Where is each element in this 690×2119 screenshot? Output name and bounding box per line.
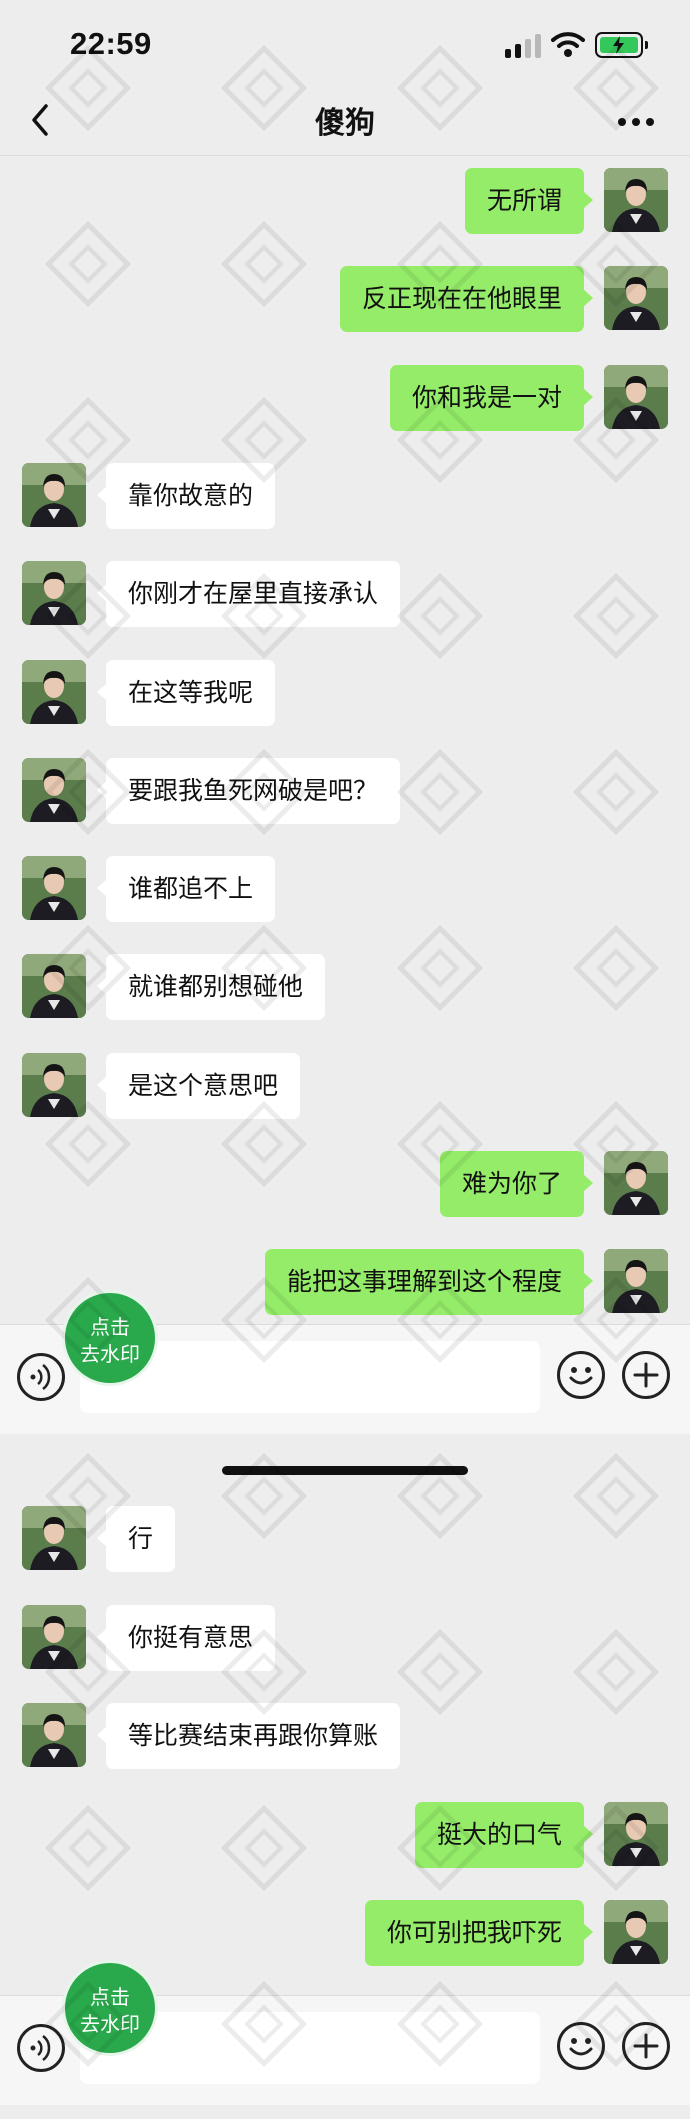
message-row: 靠你故意的 [0, 462, 690, 529]
contact-avatar[interactable] [22, 1506, 86, 1570]
my-avatar[interactable] [604, 1249, 668, 1314]
my-avatar[interactable] [604, 266, 668, 331]
message-row: 你和我是一对 [0, 364, 690, 431]
contact-avatar[interactable] [22, 954, 86, 1019]
message-row: 挺大的口气 [0, 1801, 690, 1868]
home-indicator [222, 1466, 468, 1475]
my-avatar[interactable] [604, 364, 668, 429]
incoming-message[interactable]: 是这个意思吧 [96, 1052, 301, 1119]
message-row: 是这个意思吧 [0, 1052, 690, 1119]
chat-header: 傻狗 [0, 90, 690, 156]
plus-icon[interactable] [622, 2022, 670, 2070]
contact-avatar[interactable] [22, 659, 86, 724]
status-bar: 22:59 [0, 0, 690, 90]
voice-icon[interactable] [17, 2024, 65, 2072]
message-row: 行 [0, 1506, 690, 1572]
outgoing-message[interactable]: 挺大的口气 [414, 1801, 594, 1868]
incoming-message[interactable]: 谁都追不上 [96, 856, 276, 923]
outgoing-message[interactable]: 无所谓 [464, 168, 594, 234]
message-row: 难为你了 [0, 1151, 690, 1217]
outgoing-message[interactable]: 你和我是一对 [389, 364, 594, 431]
incoming-message[interactable]: 在这等我呢 [96, 659, 276, 726]
contact-avatar[interactable] [22, 1703, 86, 1767]
my-avatar[interactable] [604, 1801, 668, 1866]
incoming-message[interactable]: 等比赛结束再跟你算账 [96, 1703, 401, 1769]
badge-line2: 去水印 [80, 2012, 140, 2036]
plus-icon[interactable] [622, 1351, 670, 1399]
battery-icon [595, 32, 648, 58]
incoming-message[interactable]: 就谁都别想碰他 [96, 954, 326, 1021]
my-avatar[interactable] [604, 1151, 668, 1215]
contact-avatar[interactable] [22, 462, 86, 527]
remove-watermark-button[interactable]: 点击 去水印 [62, 1960, 158, 2056]
message-row: 你可别把我吓死 [0, 1900, 690, 1966]
contact-avatar[interactable] [22, 1052, 86, 1117]
signal-icon [505, 34, 541, 58]
outgoing-message[interactable]: 你可别把我吓死 [364, 1900, 594, 1966]
message-row: 等比赛结束再跟你算账 [0, 1703, 690, 1769]
status-time: 22:59 [70, 26, 152, 61]
voice-icon[interactable] [17, 1353, 65, 1401]
incoming-message[interactable]: 靠你故意的 [96, 462, 276, 529]
contact-avatar[interactable] [22, 856, 86, 921]
message-row: 就谁都别想碰他 [0, 954, 690, 1021]
outgoing-message[interactable]: 反正现在在他眼里 [339, 266, 594, 333]
outgoing-message[interactable]: 难为你了 [439, 1151, 594, 1217]
message-row: 你刚才在屋里直接承认 [0, 561, 690, 628]
message-row: 谁都追不上 [0, 856, 690, 923]
badge-line1: 点击 [90, 1315, 130, 1339]
incoming-message[interactable]: 要跟我鱼死网破是吧？ [96, 757, 401, 824]
chat-title: 傻狗 [315, 106, 375, 141]
wifi-icon [551, 32, 585, 57]
message-row: 无所谓 [0, 168, 690, 234]
my-avatar[interactable] [604, 168, 668, 232]
emoji-icon[interactable] [557, 2022, 605, 2070]
message-row: 在这等我呢 [0, 659, 690, 726]
message-row: 反正现在在他眼里 [0, 266, 690, 333]
my-avatar[interactable] [604, 1900, 668, 1964]
message-row: 你挺有意思 [0, 1604, 690, 1671]
remove-watermark-button[interactable]: 点击 去水印 [62, 1290, 158, 1386]
incoming-message[interactable]: 行 [96, 1506, 176, 1572]
message-row: 要跟我鱼死网破是吧？ [0, 757, 690, 824]
emoji-icon[interactable] [557, 1351, 605, 1399]
contact-avatar[interactable] [22, 1604, 86, 1669]
contact-avatar[interactable] [22, 561, 86, 626]
more-dots-icon[interactable] [618, 116, 654, 128]
contact-avatar[interactable] [22, 757, 86, 822]
badge-line2: 去水印 [80, 1342, 140, 1366]
badge-line1: 点击 [90, 1985, 130, 2009]
outgoing-message[interactable]: 能把这事理解到这个程度 [264, 1249, 594, 1316]
incoming-message[interactable]: 你挺有意思 [96, 1604, 276, 1671]
incoming-message[interactable]: 你刚才在屋里直接承认 [96, 561, 401, 628]
